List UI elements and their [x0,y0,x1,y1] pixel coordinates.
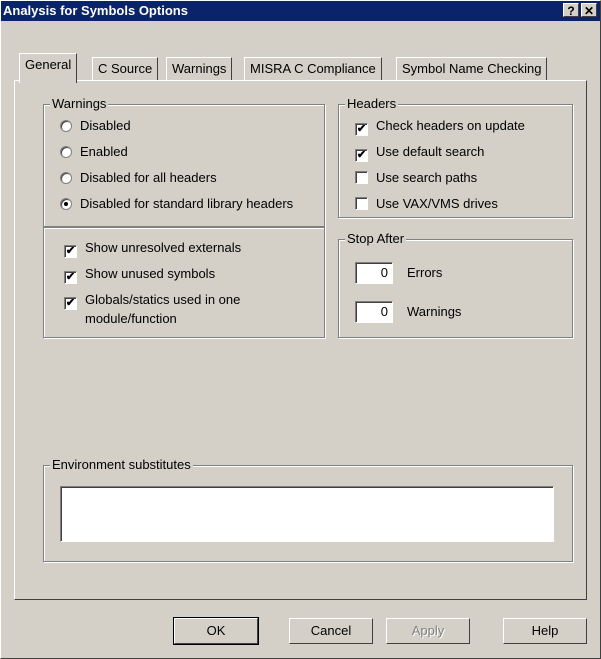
radio-label: Disabled for all headers [80,170,217,185]
radio-indicator[interactable] [60,172,72,184]
radio-enabled[interactable]: Enabled [60,144,128,160]
errors-label: Errors [407,265,443,280]
dialog-window: Analysis for Symbols Options ? ✕ General… [0,0,601,659]
general-tab-panel: Warnings Disabled Enabled Disabled for a… [14,80,587,600]
checkbox-label: Use default search [376,144,485,159]
checkbox-indicator[interactable]: ✔ [355,123,368,136]
tab-c-source[interactable]: C Source [92,57,159,81]
checkbox-indicator[interactable] [355,197,368,210]
ok-button[interactable]: OK [173,617,259,645]
check-headers-on-update[interactable]: ✔ Check headers on update [355,118,525,136]
check-use-default-search[interactable]: ✔ Use default search [355,144,484,162]
radio-label: Disabled [80,118,131,133]
apply-button[interactable]: Apply [386,618,470,644]
tab-warnings[interactable]: Warnings [166,57,233,81]
symbol-checks-group: ✔ Show unresolved externals ✔ Show unused … [43,227,325,338]
cancel-button[interactable]: Cancel [289,618,373,644]
checkbox-indicator[interactable]: ✔ [64,297,77,310]
headers-group-legend: Headers [345,96,399,111]
window-title: Analysis for Symbols Options [3,3,188,18]
stop-after-legend: Stop After [345,231,407,246]
check-unresolved-externals[interactable]: ✔ Show unresolved externals [64,240,241,258]
radio-disabled-all-headers[interactable]: Disabled for all headers [60,170,217,186]
checkbox-label: Use VAX/VMS drives [376,196,498,211]
warnings-label: Warnings [407,304,462,319]
checkbox-label: Show unresolved externals [85,240,242,255]
checkbox-label: Use search paths [376,170,478,185]
title-bar: Analysis for Symbols Options ? ✕ [1,1,600,21]
warnings-group: Warnings Disabled Enabled Disabled for a… [43,97,325,227]
warnings-group-legend: Warnings [50,96,109,111]
checkbox-label: Globals/statics used in one [85,292,241,307]
checkbox-label-continued: module/function [85,311,177,326]
radio-disabled-std-headers[interactable]: Disabled for standard library headers [60,196,293,212]
radio-label: Enabled [80,144,128,159]
errors-input[interactable]: 0 [355,262,393,284]
radio-disabled[interactable]: Disabled [60,118,131,134]
checkbox-label: Show unused symbols [85,266,216,281]
headers-group: Headers ✔ Check headers on update ✔ Use de… [338,97,573,218]
radio-indicator[interactable] [60,198,72,210]
radio-indicator[interactable] [60,146,72,158]
check-use-vax-vms-drives[interactable]: Use VAX/VMS drives [355,196,498,212]
checkbox-indicator[interactable]: ✔ [64,271,77,284]
checkbox-indicator[interactable] [355,171,368,184]
tab-symbol-name-checking[interactable]: Symbol Name Checking [396,57,548,81]
close-icon[interactable]: ✕ [581,3,597,18]
tab-misra-c-compliance[interactable]: MISRA C Compliance [244,57,382,81]
check-use-search-paths[interactable]: Use search paths [355,170,477,186]
checkbox-indicator[interactable]: ✔ [64,245,77,258]
stop-after-group: Stop After 0 Errors 0 Warnings [338,232,573,338]
checkbox-label: Check headers on update [376,118,525,133]
radio-label: Disabled for standard library headers [80,196,294,211]
radio-indicator[interactable] [60,120,72,132]
environment-substitutes-group: Environment substitutes [43,458,573,562]
checkbox-indicator[interactable]: ✔ [355,149,368,162]
help-button[interactable]: Help [503,618,587,644]
environment-substitutes-legend: Environment substitutes [50,457,193,472]
warnings-input[interactable]: 0 [355,301,393,323]
check-globals-statics[interactable]: ✔ Globals/statics used in one [64,292,240,310]
check-unused-symbols[interactable]: ✔ Show unused symbols [64,266,215,284]
tab-general[interactable]: General [19,53,78,83]
environment-substitutes-input[interactable] [60,486,554,542]
help-icon[interactable]: ? [563,3,579,18]
